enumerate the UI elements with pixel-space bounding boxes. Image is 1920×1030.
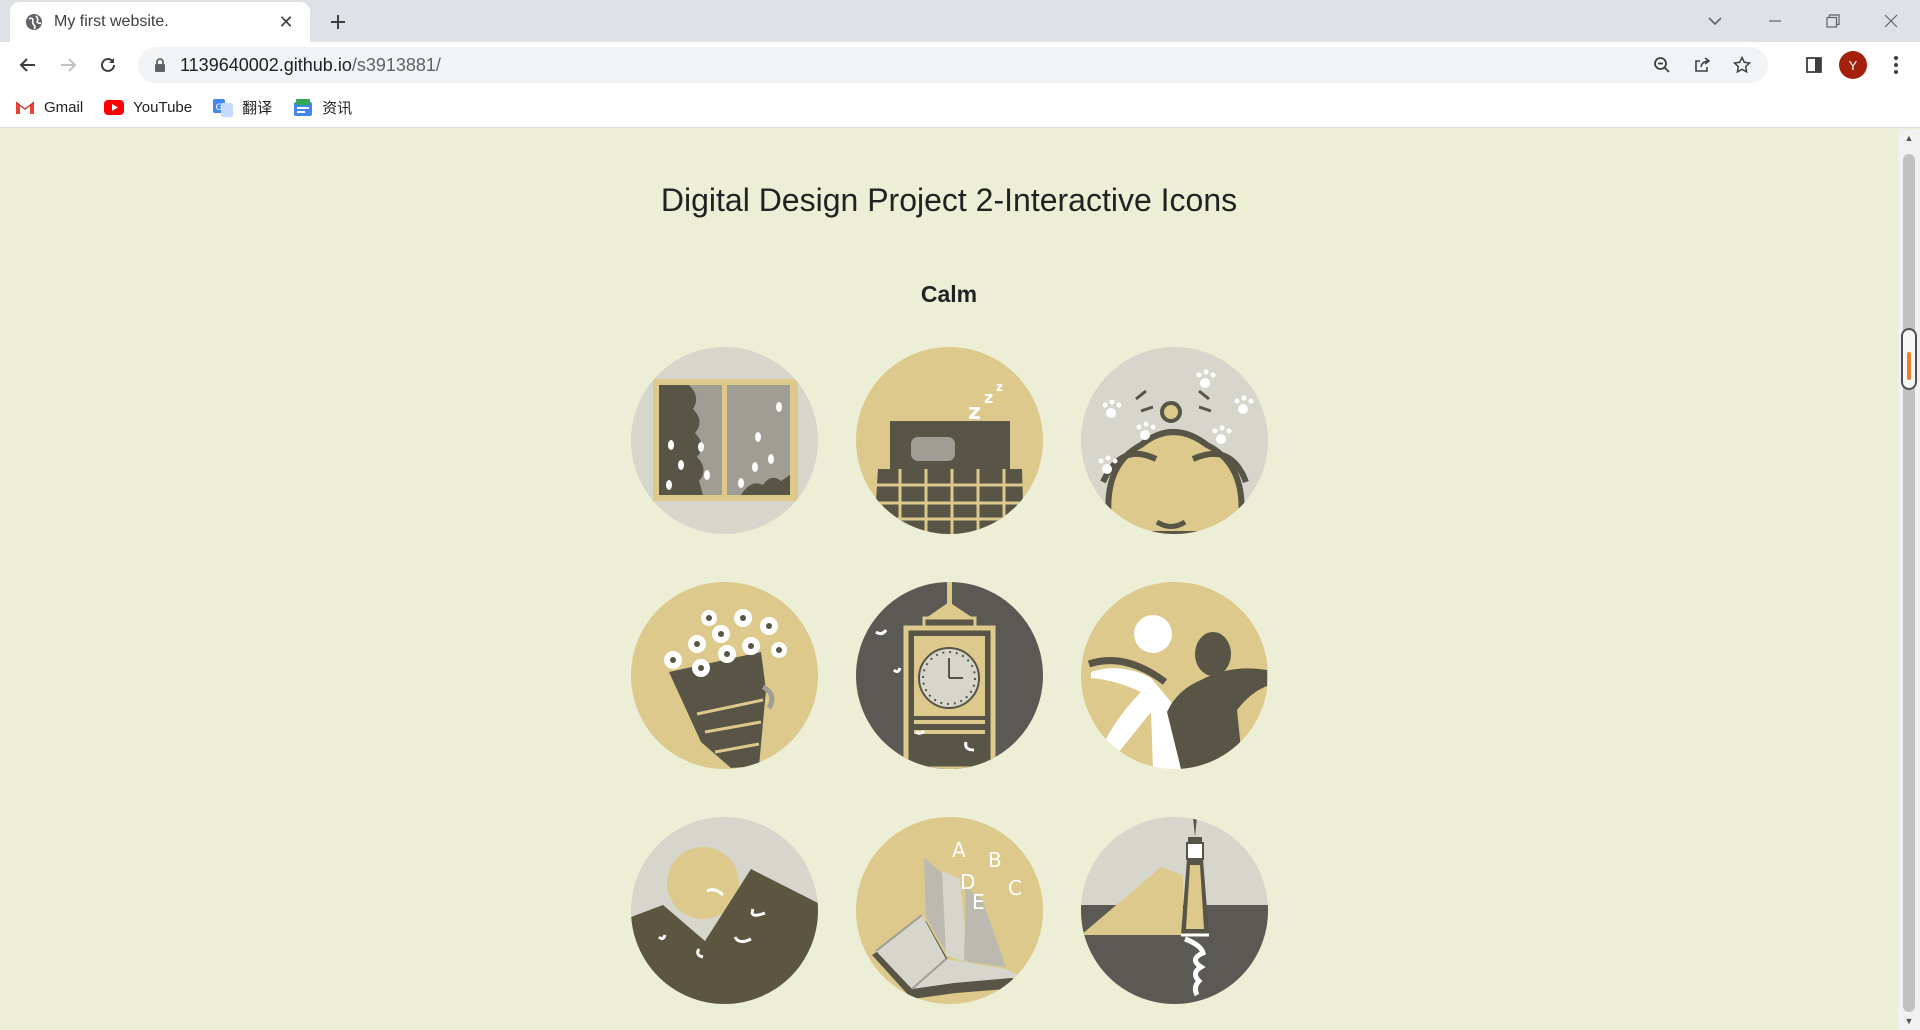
page-scrollbar[interactable]: ▲ ▼ [1898,129,1920,1030]
svg-text:z: z [996,380,1003,394]
section-title: Calm [920,281,978,307]
sleeping-bed-icon[interactable]: z z z [856,347,1043,534]
svg-text:G: G [216,103,223,113]
svg-text:z: z [984,388,993,407]
lock-icon[interactable] [150,55,170,75]
minimize-button[interactable] [1746,0,1804,42]
scrollbar-track[interactable] [1903,154,1915,1012]
gmail-icon [14,99,36,117]
bookmark-news[interactable]: 资讯 [292,94,352,122]
lighthouse-icon[interactable] [1081,817,1268,1004]
cat-paws-icon[interactable] [1081,347,1268,534]
svg-text:E: E [972,890,985,914]
bookmark-youtube[interactable]: YouTube [103,94,192,122]
browser-toolbar: 1139640002.github.io/s3913881/ Y [0,42,1920,88]
url-text[interactable]: 1139640002.github.io/s3913881/ [180,55,441,76]
mountain-sunset-icon[interactable] [631,817,818,1004]
svg-text:B: B [988,848,1002,872]
scroll-down-arrow-icon[interactable]: ▼ [1898,1012,1920,1030]
news-icon [292,98,314,117]
svg-text:C: C [1008,876,1022,900]
reload-icon[interactable] [92,49,124,81]
rainy-window-icon[interactable] [631,347,818,534]
svg-text:A: A [952,838,966,862]
close-tab-icon[interactable]: ✕ [274,10,298,34]
scroll-up-arrow-icon[interactable]: ▲ [1898,129,1920,147]
open-book-icon[interactable]: ABCDE [856,817,1043,1004]
bookmarks-bar: Gmail YouTube G 翻译 资讯 [0,88,1920,128]
tab-title: My first website. [54,13,169,30]
page-content: Digital Design Project 2-Interactive Ico… [0,129,1898,1030]
address-bar[interactable]: 1139640002.github.io/s3913881/ [138,47,1768,83]
tab-search-chevron-icon[interactable] [1700,6,1730,36]
browser-tab[interactable]: My first website. ✕ [10,2,310,42]
scrollbar-thumb[interactable] [1901,328,1917,390]
flower-bouquet-icon[interactable] [631,582,818,769]
forward-arrow-icon[interactable] [52,49,84,81]
profile-avatar[interactable]: Y [1839,51,1867,79]
youtube-icon [103,99,125,117]
bookmark-translate[interactable]: G 翻译 [212,94,272,122]
zoom-out-icon[interactable] [1642,50,1682,80]
restore-button[interactable] [1804,0,1862,42]
tab-strip: My first website. ✕ [0,0,1920,42]
side-panel-icon[interactable] [1798,49,1830,81]
bookmark-star-icon[interactable] [1722,50,1762,80]
share-icon[interactable] [1682,50,1722,80]
page-title: Digital Design Project 2-Interactive Ico… [660,182,1238,218]
globe-icon [24,12,44,32]
translate-icon: G [212,98,234,117]
more-menu-icon[interactable] [1880,49,1912,81]
embracing-people-icon[interactable] [1081,582,1268,769]
clock-tower-icon[interactable] [856,582,1043,769]
bookmark-gmail[interactable]: Gmail [14,94,83,122]
close-window-button[interactable] [1862,0,1920,42]
svg-text:z: z [968,400,981,425]
back-arrow-icon[interactable] [12,49,44,81]
new-tab-button[interactable] [324,8,352,36]
